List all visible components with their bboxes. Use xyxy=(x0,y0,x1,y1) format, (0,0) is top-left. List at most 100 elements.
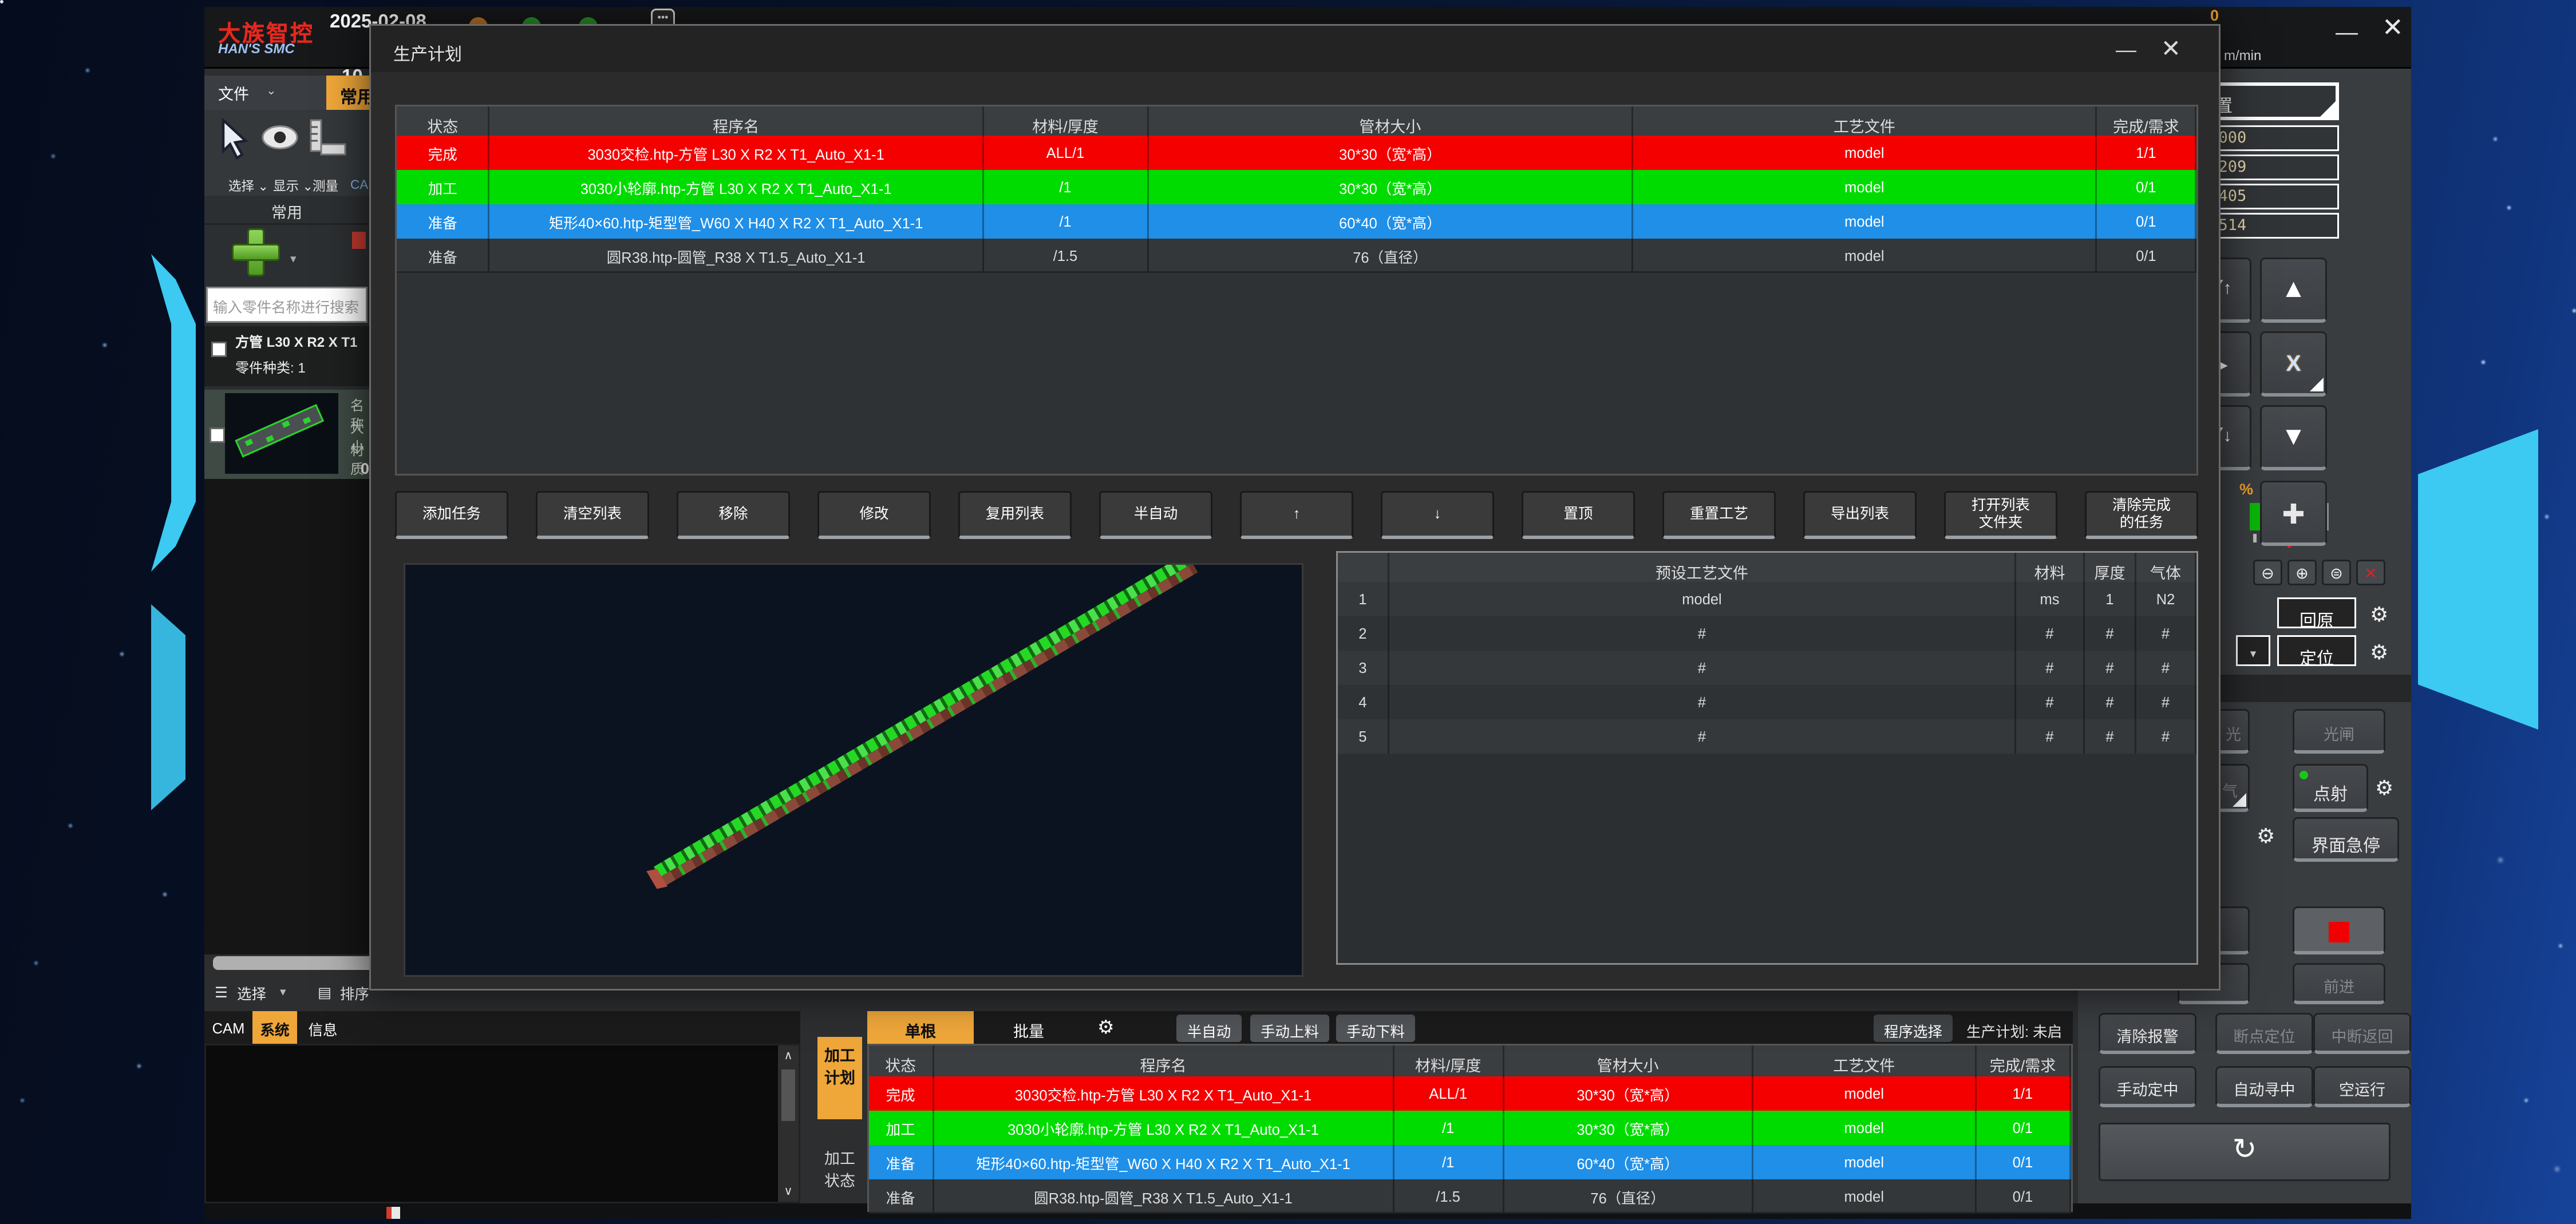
dialog-button[interactable]: ↑ xyxy=(1240,491,1353,539)
manual-load-button[interactable]: 手动上料 xyxy=(1250,1015,1329,1042)
locate-gear-icon[interactable]: ⚙ xyxy=(2370,640,2388,664)
vtab-machining-status[interactable]: 加工状态 xyxy=(817,1140,862,1202)
scrollbar-thumb[interactable] xyxy=(781,1069,795,1121)
taskbar-app-icon[interactable] xyxy=(386,1207,400,1219)
dialog-button[interactable]: 移除 xyxy=(677,491,790,539)
dialog-button[interactable]: 打开列表 文件夹 xyxy=(1944,491,2057,539)
add-part-dropdown-icon[interactable]: ▾ xyxy=(290,252,297,266)
cell: ms xyxy=(2016,582,2085,616)
dialog-button[interactable]: ↓ xyxy=(1381,491,1494,539)
part-checkbox[interactable] xyxy=(210,427,225,443)
part-card[interactable]: 名称 大小 材质 0 xyxy=(204,390,369,479)
dialog-close-button[interactable]: ✕ xyxy=(2161,34,2181,64)
vtab-machining-plan[interactable]: 加工计划 xyxy=(817,1037,862,1119)
part-search-input[interactable]: 输入零件名称进行搜索 xyxy=(206,287,368,323)
scroll-up-icon[interactable]: ∧ xyxy=(778,1045,799,1063)
semi-auto-button[interactable]: 半自动 xyxy=(1176,1015,1242,1042)
auto-center-button[interactable]: 自动寻中 xyxy=(2215,1066,2313,1107)
tab-single[interactable]: 单根 xyxy=(867,1011,974,1044)
home-button[interactable]: 回原 xyxy=(2277,597,2356,628)
refresh-button[interactable]: ↻ xyxy=(2099,1123,2391,1181)
dialog-table-row[interactable]: 准备圆R38.htp-圆管_R38 X T1.5_Auto_X1-1/1.576… xyxy=(397,239,2196,273)
dialog-button[interactable]: 半自动 xyxy=(1099,491,1212,539)
app-minimize-button[interactable]: — xyxy=(2336,21,2358,45)
tab-info[interactable]: 信息 xyxy=(301,1011,345,1044)
cell: N2 xyxy=(2136,582,2196,616)
preset-row[interactable]: 2#### xyxy=(1338,616,2196,651)
dialog-table-row[interactable]: 完成3030交检.htp-方管 L30 X R2 X T1_Auto_X1-1A… xyxy=(397,136,2196,170)
preset-row[interactable]: 1modelms1N2 xyxy=(1338,582,2196,616)
breakpoint-locate-button[interactable]: 断点定位 xyxy=(2215,1013,2313,1054)
forward-button[interactable]: 前进 xyxy=(2293,963,2385,1004)
preset-row[interactable]: 5#### xyxy=(1338,719,2196,754)
stop-button[interactable] xyxy=(2293,906,2385,954)
menu-file[interactable]: 文件 xyxy=(218,82,249,105)
tab-system[interactable]: 系统 xyxy=(252,1011,297,1044)
locate-button[interactable]: 定位 xyxy=(2277,635,2356,666)
menu-measure[interactable]: 测量 xyxy=(313,177,338,196)
dialog-button[interactable]: 置顶 xyxy=(1522,491,1635,539)
cursor-icon[interactable] xyxy=(218,118,252,160)
dialog-button[interactable]: 复用列表 xyxy=(958,491,1072,539)
home-gear-icon[interactable]: ⚙ xyxy=(2370,603,2388,627)
bottom-table-row[interactable]: 准备圆R38.htp-圆管_R38 X T1.5_Auto_X1-1/1.576… xyxy=(869,1179,2071,1214)
dialog-button[interactable]: 清空列表 xyxy=(536,491,649,539)
manual-center-button[interactable]: 手动定中 xyxy=(2099,1066,2196,1107)
3d-viewport[interactable] xyxy=(404,563,1303,977)
cell: # xyxy=(2136,651,2196,685)
group-checkbox[interactable] xyxy=(211,342,227,357)
tab-batch[interactable]: 批量 xyxy=(981,1011,1077,1044)
eye-icon[interactable] xyxy=(261,124,299,151)
plus-button[interactable]: ✚ xyxy=(2260,481,2327,546)
vertical-scrollbar[interactable]: ∧ ∨ xyxy=(778,1045,799,1202)
program-select-button[interactable]: 程序选择 xyxy=(1874,1015,1953,1042)
sort-button[interactable]: 排序 xyxy=(340,984,369,1004)
estop-gear-icon[interactable]: ⚙ xyxy=(2257,824,2275,848)
select-dropdown-icon[interactable]: ▾ xyxy=(280,985,286,999)
jog-down-button[interactable]: ▼ xyxy=(2260,405,2327,470)
plus-circle-button[interactable]: ⊕ xyxy=(2287,560,2317,585)
gear-icon[interactable]: ⚙ xyxy=(1097,1016,1115,1039)
dialog-minimize-button[interactable]: — xyxy=(2116,38,2136,62)
shutter-button[interactable]: 光闸 xyxy=(2293,709,2385,754)
x-axis-button[interactable]: X xyxy=(2260,331,2327,397)
dialog-table-row[interactable]: 准备矩形40×60.htp-矩型管_W60 X H40 X R2 X T1_Au… xyxy=(397,204,2196,239)
spot-fire-button[interactable]: 点射 xyxy=(2293,764,2368,812)
dry-run-button[interactable]: 空运行 xyxy=(2313,1066,2411,1107)
preset-row[interactable]: 3#### xyxy=(1338,651,2196,685)
dialog-button[interactable]: 清除完成 的任务 xyxy=(2085,491,2198,539)
dialog-titlebar[interactable]: 生产计划 xyxy=(371,26,2219,72)
menu-select[interactable]: 选择 ⌄ xyxy=(220,177,268,196)
part-group-row[interactable]: 方管 L30 X R2 X T1 零件种类: 1 xyxy=(204,326,369,386)
cell: # xyxy=(2136,685,2196,719)
dialog-button[interactable]: 导出列表 xyxy=(1803,491,1917,539)
delete-part-icon[interactable] xyxy=(352,232,366,249)
speed-circle-button[interactable]: ⊜ xyxy=(2322,560,2351,585)
ruler-icon[interactable] xyxy=(307,117,349,161)
scroll-down-icon[interactable]: ∨ xyxy=(778,1185,799,1198)
bottom-table-row[interactable]: 完成3030交检.htp-方管 L30 X R2 X T1_Auto_X1-1A… xyxy=(869,1076,2071,1111)
jog-up-button[interactable]: ▲ xyxy=(2260,258,2327,323)
clear-alarm-button[interactable]: 清除报警 xyxy=(2099,1013,2196,1054)
manual-unload-button[interactable]: 手动下料 xyxy=(1336,1015,1415,1042)
spot-gear-icon[interactable]: ⚙ xyxy=(2375,776,2393,800)
locate-dropdown[interactable]: ▾ xyxy=(2236,635,2270,666)
select-button[interactable]: 选择 xyxy=(237,984,266,1004)
dialog-button[interactable]: 修改 xyxy=(817,491,931,539)
menu-show[interactable]: 显示 ⌄ xyxy=(264,177,313,196)
interrupt-return-button[interactable]: 中断返回 xyxy=(2313,1013,2411,1054)
add-part-button[interactable] xyxy=(232,228,276,273)
bottom-table-row[interactable]: 加工3030小轮廓.htp-方管 L30 X R2 X T1_Auto_X1-1… xyxy=(869,1111,2071,1145)
app-close-button[interactable]: ✕ xyxy=(2382,17,2404,41)
table-header: 状态程序名材料/厚度管材大小工艺文件完成/需求 xyxy=(397,106,2196,136)
ui-estop-button[interactable]: 界面急停 xyxy=(2293,817,2399,862)
bottom-table-row[interactable]: 准备矩形40×60.htp-矩型管_W60 X H40 X R2 X T1_Au… xyxy=(869,1145,2071,1179)
close-red-button[interactable]: ✕ xyxy=(2356,560,2385,585)
preset-row[interactable]: 4#### xyxy=(1338,685,2196,719)
part-list-area[interactable] xyxy=(204,479,369,954)
dialog-table-row[interactable]: 加工3030小轮廓.htp-方管 L30 X R2 X T1_Auto_X1-1… xyxy=(397,170,2196,204)
dialog-button[interactable]: 重置工艺 xyxy=(1662,491,1776,539)
tab-cam[interactable]: CAM xyxy=(208,1011,249,1044)
dialog-button[interactable]: 添加任务 xyxy=(395,491,508,539)
minus-circle-button[interactable]: ⊖ xyxy=(2253,560,2282,585)
